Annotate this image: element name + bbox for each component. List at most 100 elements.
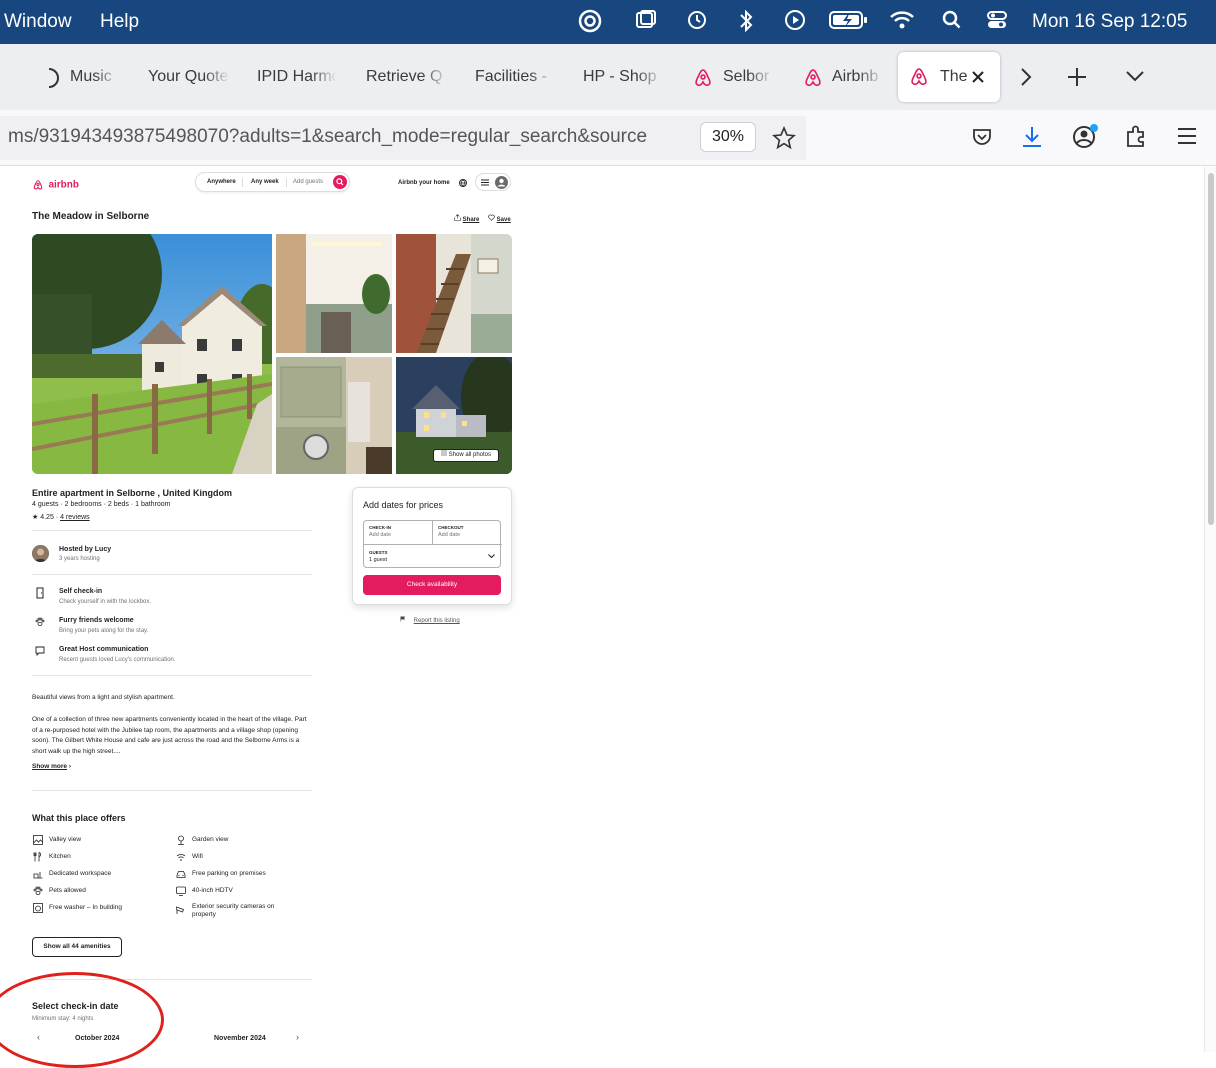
pocket-icon[interactable]	[971, 126, 993, 148]
bluetooth-icon[interactable]	[734, 8, 758, 36]
save-link[interactable]: Save	[488, 214, 511, 223]
search-bar[interactable]: Anywhere Any week Add guests	[195, 172, 350, 192]
url-text[interactable]: ms/931943493875498070?adults=1&search_mo…	[8, 126, 690, 148]
garden-view-icon	[178, 835, 184, 845]
window-manager-icon[interactable]	[633, 8, 659, 36]
menu-window[interactable]: Window	[4, 11, 72, 33]
offers-title: What this place offers	[32, 813, 126, 823]
show-all-photos-button[interactable]: Show all photos	[433, 449, 499, 462]
airbnb-your-home-link[interactable]: Airbnb your home	[398, 180, 450, 186]
music-tab-icon	[48, 68, 59, 88]
bookmark-star-icon[interactable]	[772, 126, 796, 150]
paw-icon	[33, 886, 43, 896]
description-intro: Beautiful views from a light and stylish…	[32, 694, 175, 701]
scrollbar-thumb[interactable]	[1208, 173, 1214, 525]
tab-your-quote[interactable]: Your Quote	[148, 62, 230, 92]
report-listing-link[interactable]: Report this listing	[400, 616, 460, 624]
gallery-photo-3[interactable]	[396, 234, 512, 353]
creative-cloud-icon[interactable]	[576, 8, 604, 36]
search-anywhere[interactable]: Anywhere	[207, 179, 236, 185]
check-availability-button[interactable]: Check availability	[363, 575, 501, 595]
divider	[32, 790, 312, 791]
menu-help[interactable]: Help	[100, 11, 139, 33]
close-tab-icon[interactable]	[970, 69, 986, 85]
gallery-photo-4[interactable]	[276, 357, 392, 474]
tab-retrieve[interactable]: Retrieve Q	[366, 62, 448, 92]
heart-icon	[488, 214, 495, 221]
page-scrollbar[interactable]	[1204, 167, 1216, 1052]
play-icon[interactable]	[782, 8, 808, 36]
wifi-icon[interactable]	[888, 8, 916, 36]
avatar-icon	[495, 176, 508, 189]
extensions-icon[interactable]	[1124, 123, 1148, 149]
amenity-left-1: Valley view	[49, 836, 82, 843]
paw-icon	[35, 617, 45, 627]
globe-icon[interactable]	[458, 178, 468, 188]
calendar-month-2: November 2024	[214, 1035, 266, 1042]
zoom-level-button[interactable]: 30%	[700, 122, 756, 152]
user-menu-button[interactable]	[475, 173, 511, 191]
tab-airbnb[interactable]: Airbnb	[802, 62, 884, 92]
tab-selborne[interactable]: Selbor	[692, 62, 774, 92]
account-icon[interactable]	[1072, 122, 1100, 150]
chevron-right-icon[interactable]	[1018, 66, 1034, 88]
checkout-field[interactable]: CHECKOUT Add date	[433, 521, 502, 545]
host-years: 3 years hosting	[59, 556, 100, 562]
amenity-right-1: Garden view	[192, 836, 229, 843]
control-center-icon[interactable]	[984, 8, 1010, 36]
highlight-desc-1: Check yourself in with the lockbox.	[59, 599, 152, 605]
search-button[interactable]	[333, 175, 347, 189]
search-anyweek[interactable]: Any week	[251, 179, 279, 185]
amenity-right-5: Exterior security cameras on property	[192, 903, 275, 918]
tab-facilities[interactable]: Facilities -	[475, 62, 555, 92]
rating-value: ★ 4.25 ·	[32, 514, 59, 521]
security-camera-icon	[176, 906, 185, 914]
macos-menu-bar: Window Help Mon 16 Sep 12:05	[0, 0, 1216, 44]
amenity-left-2: Kitchen	[49, 853, 71, 860]
amenity-left-3: Dedicated workspace	[49, 870, 112, 877]
tab-list-chevron-down-icon[interactable]	[1124, 68, 1146, 84]
hamburger-menu-icon[interactable]	[1176, 126, 1198, 146]
gallery-photo-2[interactable]	[276, 234, 392, 353]
address-bar[interactable]: ms/931943493875498070?adults=1&search_mo…	[0, 116, 806, 160]
booking-card: Add dates for prices CHECK-IN Add date C…	[352, 487, 512, 605]
browser-nav-bar: ms/931943493875498070?adults=1&search_mo…	[0, 110, 1216, 166]
main-photo[interactable]	[32, 234, 272, 474]
share-link[interactable]: Share	[454, 214, 479, 223]
divider	[32, 574, 312, 575]
airbnb-logo-icon	[805, 69, 821, 87]
search-icon	[336, 178, 344, 186]
description-body: One of a collection of three new apartme…	[32, 716, 307, 755]
door-icon	[36, 587, 44, 599]
tab-music[interactable]: Music	[38, 62, 120, 92]
browser-tab-bar: Music Your Quote IPID Harmo Retrieve Q F…	[0, 44, 1216, 110]
listing-title: The Meadow in Selborne	[32, 211, 150, 222]
amenity-left-4: Pets allowed	[49, 887, 86, 894]
highlight-desc-2: Bring your pets along for the stay.	[59, 628, 149, 634]
new-tab-icon[interactable]	[1066, 66, 1088, 88]
host-avatar[interactable]	[32, 545, 49, 562]
show-all-amenities-button[interactable]: Show all 44 amenities	[32, 937, 122, 957]
airbnb-logo[interactable]: airbnb	[32, 176, 79, 194]
guests-field[interactable]: GUESTS 1 guest	[364, 545, 502, 569]
downloads-icon[interactable]	[1020, 124, 1044, 150]
reviews-link[interactable]: 4 reviews	[60, 514, 90, 521]
calendar-next-icon[interactable]: ›	[296, 1032, 299, 1042]
tab-hp-shop[interactable]: HP - Shop	[583, 62, 663, 92]
menubar-clock[interactable]: Mon 16 Sep 12:05	[1032, 11, 1187, 33]
checkin-field[interactable]: CHECK-IN Add date	[364, 521, 433, 545]
amenity-right-4: 40-inch HDTV	[192, 887, 233, 894]
chat-bubble-icon	[35, 646, 45, 656]
wifi-icon	[176, 854, 186, 861]
airbnb-logo-icon	[911, 68, 927, 86]
search-add-guests[interactable]: Add guests	[293, 179, 323, 185]
tab-the-meadow-active[interactable]: The	[898, 52, 1000, 102]
tab-ipid[interactable]: IPID Harmo	[257, 62, 337, 92]
grid-icon	[441, 450, 447, 456]
show-more-link[interactable]: Show more ›	[32, 763, 71, 770]
flag-icon	[400, 616, 406, 622]
time-machine-icon[interactable]	[684, 8, 710, 36]
battery-icon[interactable]	[828, 8, 870, 36]
washer-icon	[33, 903, 43, 913]
spotlight-search-icon[interactable]	[940, 8, 964, 36]
